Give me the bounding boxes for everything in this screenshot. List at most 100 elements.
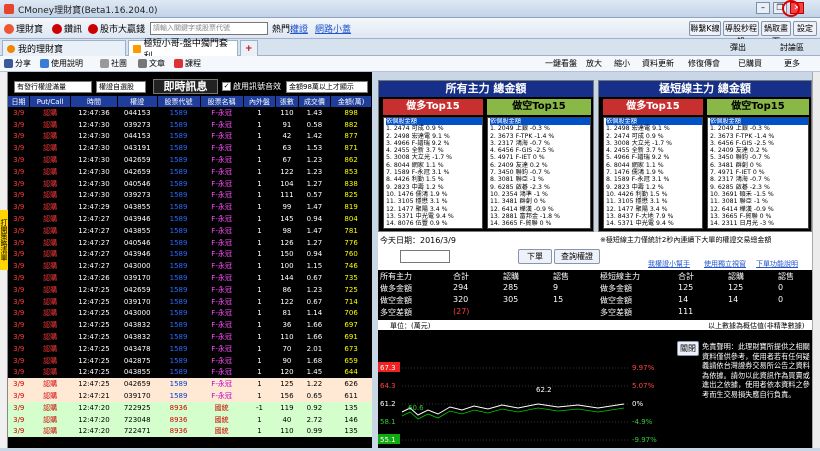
repair-button[interactable]: 修復傳會 xyxy=(688,58,720,69)
more-button[interactable]: 更多 xyxy=(784,58,800,69)
short-buy-list[interactable]: 依個股金額 1. 2498 宏達電 9.1 % 2. 2474 可成 0.9 % 3.… xyxy=(603,117,703,229)
list-item[interactable]: 5. 4971 F-IET 0 % xyxy=(490,154,590,161)
list-item[interactable]: 1. 2049 上銀 -0.3 % xyxy=(710,125,808,132)
list-item[interactable]: 5. 3008 大立光 -1.7 % xyxy=(386,154,482,161)
list-item[interactable]: 9. 2823 中壽 1.2 % xyxy=(386,184,482,191)
close-disclaimer-button[interactable]: 關閉 xyxy=(677,341,699,356)
one-click-button[interactable]: 一鍵看盤 xyxy=(545,58,577,69)
vertical-scrollbar[interactable] xyxy=(812,72,820,448)
list-item[interactable]: 6. 3481 群創 0 % xyxy=(710,162,808,169)
col-header[interactable]: 股票代號 xyxy=(157,96,201,107)
group-button[interactable]: 社團 xyxy=(100,58,127,69)
col-header[interactable]: 時間 xyxy=(70,96,118,107)
col-header[interactable]: 成交價 xyxy=(298,96,332,107)
table-row[interactable]: 3/9 認購 12:47:27 043855 1589 F-永冠 1 98 1.47 781 xyxy=(8,225,372,237)
table-row[interactable]: 3/9 認購 12:47:27 043946 1589 F-永冠 1 145 0.94 804 xyxy=(8,213,372,225)
list-item[interactable]: 3. 2317 鴻海 -0.7 % xyxy=(490,140,590,147)
query-warrant-button[interactable]: 查詢權證 xyxy=(554,249,600,264)
table-row[interactable]: 3/9 認購 12:47:25 043832 1589 F-永冠 1 110 1.66 691 xyxy=(8,331,372,343)
list-item[interactable]: 5. 3450 聯鈞 -0.7 % xyxy=(710,154,808,161)
hot-link-2[interactable]: 網路小蓋 xyxy=(315,22,351,35)
table-row[interactable]: 3/9 認購 12:47:30 042659 1589 F-永冠 1 122 1.23 853 xyxy=(8,166,372,178)
standalone-link[interactable]: 使用獨立視窗 xyxy=(704,259,746,269)
list-item[interactable]: 9. 2823 中壽 1.2 % xyxy=(606,184,702,191)
table-row[interactable]: 3/9 認購 12:47:25 042875 1589 F-永冠 1 90 1.68 659 xyxy=(8,355,372,367)
list-item[interactable]: 6. 8044 網家 1.1 % xyxy=(606,162,702,169)
list-item[interactable]: 14. 8076 伍豐 0.9 % xyxy=(386,220,482,227)
all-buy-list[interactable]: 依個股金額 1. 2474 可成 0.9 % 2. 2498 宏達電 9.1 % 3.… xyxy=(383,117,483,229)
list-item[interactable]: 8. 2317 鴻海 -0.7 % xyxy=(710,176,808,183)
table-row[interactable]: 3/9 認購 12:47:27 043000 1589 F-永冠 1 100 1.15 746 xyxy=(8,260,372,272)
col-header[interactable]: 日期 xyxy=(8,96,31,107)
list-item[interactable]: 2. 3673 F-TPK -1.4 % xyxy=(710,133,808,140)
table-row[interactable]: 3/9 認購 12:47:30 044153 1589 F-永冠 1 42 1.42 877 xyxy=(8,131,372,143)
capture-button[interactable]: 鍋取畫面 xyxy=(761,21,791,46)
list-item[interactable]: 11. 3105 穩懋 3.1 % xyxy=(606,198,702,205)
list-item[interactable]: 12. 6414 樺漢 -0.9 % xyxy=(710,206,808,213)
watchlist-select[interactable]: 權證自選股 xyxy=(96,81,146,93)
list-item[interactable]: 12. 6414 樺漢 -0.9 % xyxy=(490,206,590,213)
manual-button[interactable]: 使用說明 xyxy=(40,58,83,69)
course-button[interactable]: 課程 xyxy=(174,58,201,69)
table-row[interactable]: 3/9 認購 12:47:30 042659 1589 F-永冠 1 67 1.23 862 xyxy=(8,154,372,166)
list-item[interactable]: 9. 6285 啟碁 -2.3 % xyxy=(490,184,590,191)
list-item[interactable]: 14. 2311 日月光 -3 % xyxy=(710,220,808,227)
hot-link-1[interactable]: 權證 xyxy=(290,22,308,35)
list-item[interactable]: 8. 4426 利勤 1.5 % xyxy=(386,176,482,183)
list-item[interactable]: 2. 2474 可成 0.9 % xyxy=(606,133,702,140)
purchased-button[interactable]: 已購買 xyxy=(738,58,762,69)
table-row[interactable]: 3/9 認購 12:47:20 722471 8936 國統 1 110 0.99 135 xyxy=(8,425,372,438)
list-item[interactable]: 6. 8044 網家 1.1 % xyxy=(386,162,482,169)
table-row[interactable]: 3/9 認購 12:47:25 042659 1589 F-永冠 1 125 1.22 626 xyxy=(8,378,372,391)
popout-button[interactable]: 彈出 xyxy=(730,42,746,53)
stock-select[interactable] xyxy=(400,250,450,263)
col-header[interactable]: 金額(萬) xyxy=(330,96,372,107)
list-item[interactable]: 1. 2498 宏達電 9.1 % xyxy=(606,125,702,132)
minimize-button[interactable]: – xyxy=(756,2,770,14)
search-input[interactable]: 請輸入關鍵字或股票代號 xyxy=(150,22,268,35)
menu-item-market[interactable]: 股市大贏錢 xyxy=(88,22,145,35)
table-row[interactable]: 3/9 認購 12:47:25 043478 1589 F-永冠 1 70 2.01 673 xyxy=(8,343,372,355)
list-item[interactable]: 5. 4966 F-譜瑞 9.2 % xyxy=(606,154,702,161)
tab-warrant[interactable]: 極短小哥-盤中獨門套利 xyxy=(128,39,238,62)
table-row[interactable]: 3/9 認購 12:47:25 039170 1589 F-永冠 1 122 0.67 714 xyxy=(8,296,372,308)
list-item[interactable]: 12. 1477 聚陽 3.4 % xyxy=(606,206,702,213)
col-header[interactable]: Put/Call xyxy=(29,96,72,107)
table-row[interactable]: 3/9 認購 12:47:27 040546 1589 F-永冠 1 126 1.27 776 xyxy=(8,237,372,249)
list-item[interactable]: 8. 1589 F-永冠 3.1 % xyxy=(606,176,702,183)
table-row[interactable]: 3/9 認購 12:47:21 039170 1589 F-永冠 1 156 0.65 611 xyxy=(8,390,372,402)
add-tab-button[interactable]: + xyxy=(240,40,258,56)
all-sell-list[interactable]: 依個股金額 1. 2049 上銀 -0.3 % 2. 3673 F-TPK -1.4… xyxy=(487,117,591,229)
tab-my-wealth[interactable]: 我的理財寶 xyxy=(2,40,126,56)
list-item[interactable]: 12. 1477 聚陽 3.4 % xyxy=(386,206,482,213)
article-button[interactable]: 文章 xyxy=(138,58,165,69)
list-item[interactable]: 9. 6285 啟碁 -2.3 % xyxy=(710,184,808,191)
table-row[interactable]: 3/9 認購 12:47:25 043000 1589 F-永冠 1 81 1.14 706 xyxy=(8,308,372,320)
list-item[interactable]: 11. 3081 聯亞 -1 % xyxy=(710,198,808,205)
short-sell-list[interactable]: 依個股金額 1. 2049 上銀 -0.3 % 2. 3673 F-TPK -1.4… xyxy=(707,117,809,229)
settings-button[interactable]: 設定 xyxy=(793,21,817,36)
table-row[interactable]: 3/9 認購 12:47:30 043191 1589 F-永冠 1 63 1.53 871 xyxy=(8,142,372,154)
strategy-list-tab[interactable]: 打開策略清單 xyxy=(0,210,8,270)
record-button[interactable]: 導股秒程錄 xyxy=(723,21,759,46)
list-item[interactable]: 1. 2049 上銀 -0.3 % xyxy=(490,125,590,132)
share-button[interactable]: 分享 xyxy=(4,58,31,69)
amount-select[interactable]: 金額98萬以上才顯示 xyxy=(286,81,368,93)
col-header[interactable]: 內外盤 xyxy=(243,96,277,107)
list-item[interactable]: 4. 6456 F-GIS -2.5 % xyxy=(490,147,590,154)
order-button[interactable]: 下單 xyxy=(518,249,552,264)
table-row[interactable]: 3/9 認購 12:47:36 044153 1589 F-永冠 1 110 1.43 898 xyxy=(8,107,372,119)
order-help-link[interactable]: 下單功能說明 xyxy=(756,259,798,269)
table-row[interactable]: 3/9 認購 12:47:25 043855 1589 F-永冠 1 120 1.45 644 xyxy=(8,367,372,379)
table-row[interactable]: 3/9 認購 12:47:29 043855 1589 F-永冠 1 99 1.47 819 xyxy=(8,201,372,213)
list-item[interactable]: 14. 3665 F-貿聯 0 % xyxy=(490,220,590,227)
table-row[interactable]: 3/9 認購 12:47:26 039170 1589 F-永冠 1 144 0.67 735 xyxy=(8,272,372,284)
table-row[interactable]: 3/9 認購 12:47:20 723048 8936 國統 1 40 2.72 146 xyxy=(8,413,372,426)
table-row[interactable]: 3/9 認購 12:47:30 039273 1589 F-永冠 1 111 0.57 825 xyxy=(8,190,372,202)
list-item[interactable]: 6. 2409 友達 0.2 % xyxy=(490,162,590,169)
list-item[interactable]: 14. 5371 中光電 9.4 % xyxy=(606,220,702,227)
table-row[interactable]: 3/9 認購 12:47:30 040546 1589 F-永冠 1 104 1.27 838 xyxy=(8,178,372,190)
menu-item-news[interactable]: 鑽訊 xyxy=(52,22,82,35)
list-item[interactable]: 2. 2498 宏達電 9.1 % xyxy=(386,133,482,140)
refresh-button[interactable]: 資料更新 xyxy=(642,58,674,69)
